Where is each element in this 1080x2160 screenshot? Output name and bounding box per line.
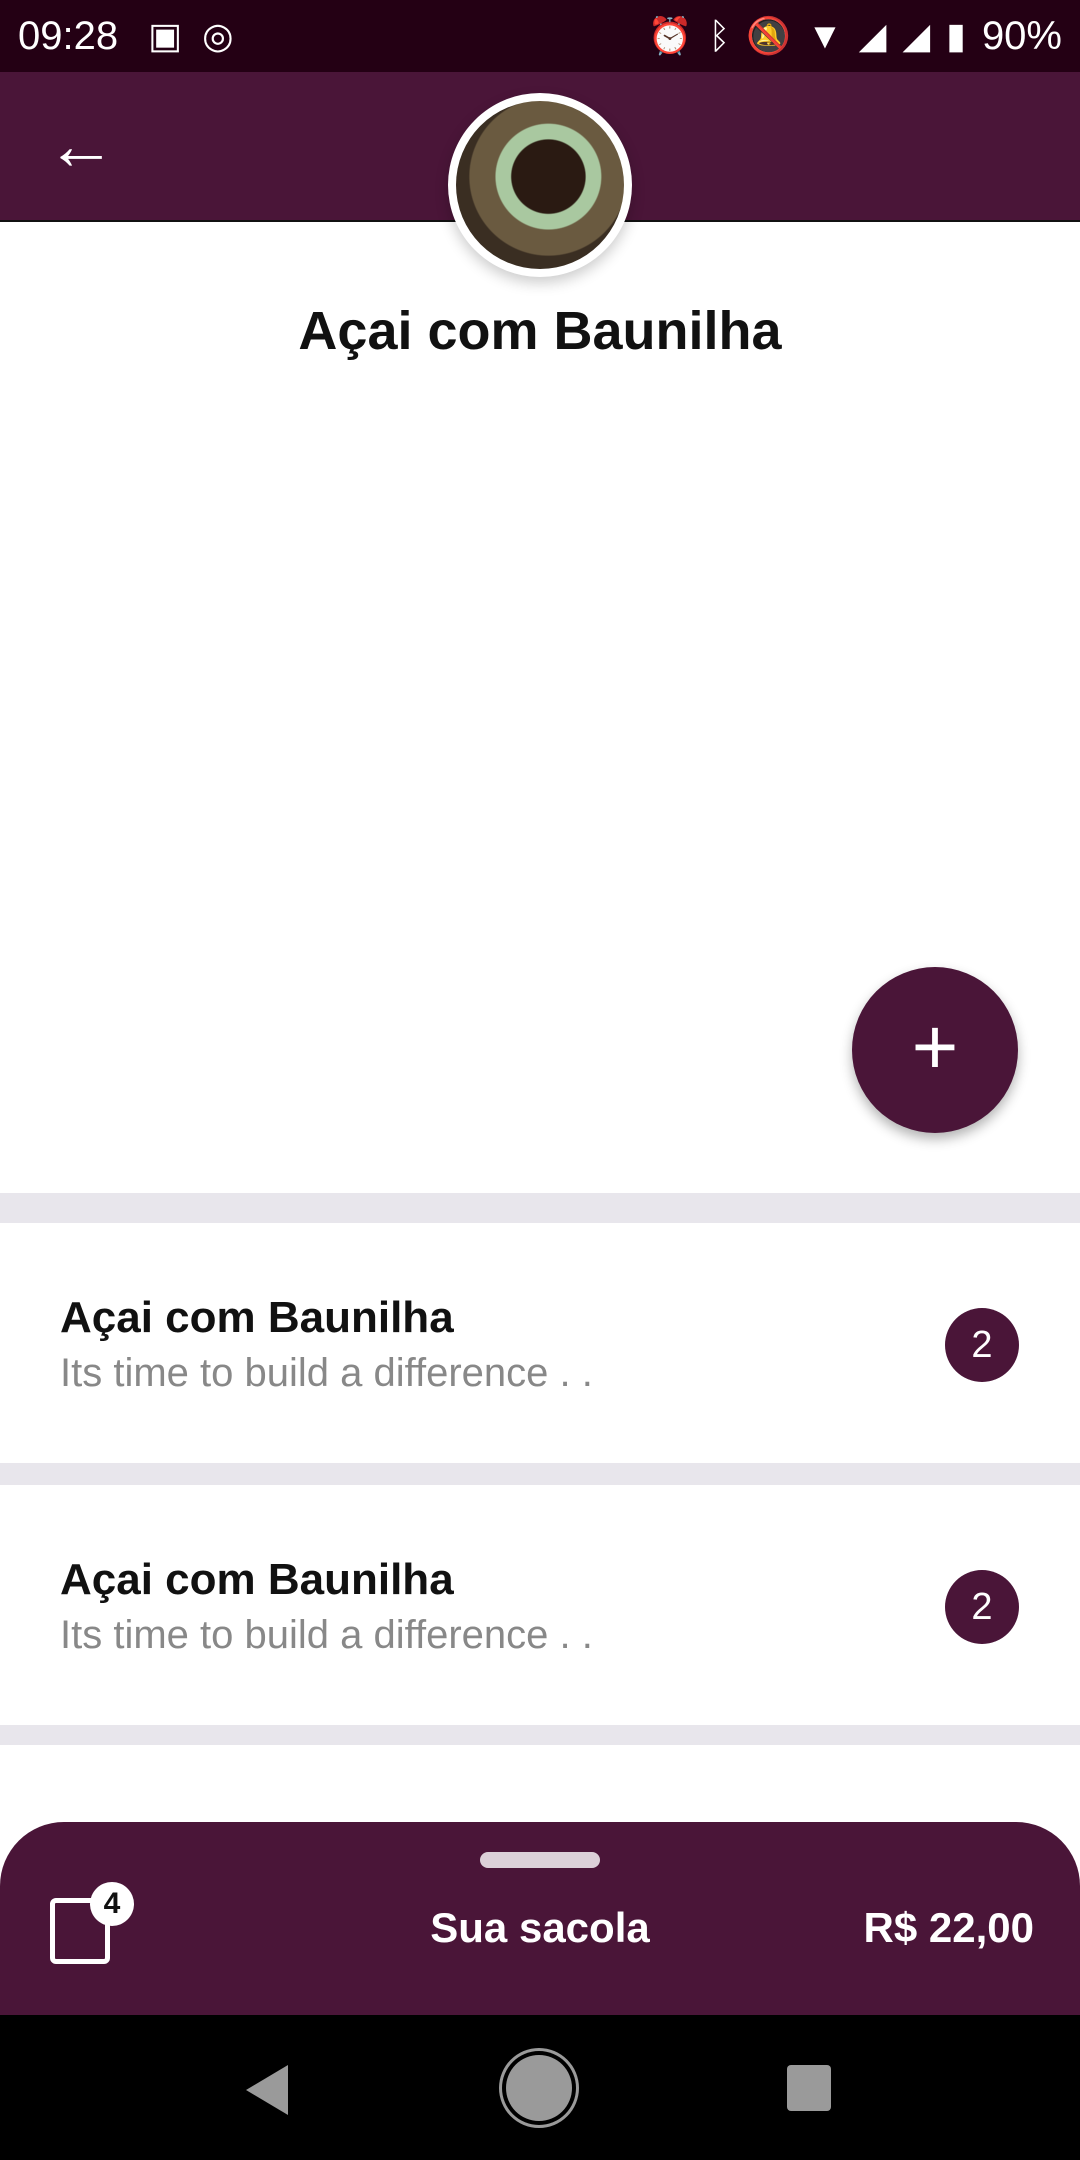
signal-icon: ◢ [858,15,887,56]
alarm-icon: ⏰ [647,15,693,56]
signal-2-icon: ◢ [902,15,931,56]
add-button[interactable]: + [852,967,1018,1133]
battery-icon: ▮ [946,15,966,56]
arrow-left-icon: ← [46,106,116,184]
gallery-icon: ▣ [148,15,183,56]
instagram-icon: ◎ [202,15,234,56]
navigation-bar [0,2015,1080,2160]
bag-total: R$ 22,00 [863,1904,1034,1951]
list-item[interactable]: Açai com Baunilha Its time to build a di… [0,1223,1080,1463]
wifi-icon: ▼ [807,15,843,56]
item-subtitle: Its time to build a difference . . [60,1351,593,1395]
drag-handle[interactable] [480,1852,600,1868]
divider [0,1193,1080,1223]
item-count-badge: 2 [945,1308,1019,1382]
status-bar: 09:28 ▣ ◎ ⏰ ᛒ 🔕 ▼ ◢ ◢ ▮ 90% [0,0,1080,72]
nav-recents-icon[interactable] [787,2065,831,2111]
plus-icon: + [911,1002,959,1091]
list-item[interactable]: Açai com Baunilha Its time to build a di… [0,1485,1080,1725]
item-title: Açai com Baunilha [60,1293,454,1342]
battery-level: 90% [981,13,1062,58]
bell-off-icon: 🔕 [746,15,792,56]
item-subtitle: Its time to build a difference . . [60,1613,593,1657]
nav-home-icon[interactable] [506,2055,572,2121]
product-title: Açai com Baunilha [298,301,782,361]
status-time: 09:28 [18,13,119,58]
item-title: Açai com Baunilha [60,1555,454,1604]
nav-back-icon[interactable] [246,2065,288,2115]
divider [0,1725,1080,1745]
back-button[interactable]: ← [46,110,122,186]
divider [0,1463,1080,1485]
item-count-badge: 2 [945,1570,1019,1644]
bluetooth-icon: ᛒ [708,15,731,56]
product-image [448,93,632,277]
bag-bottom-sheet[interactable]: 4 Sua sacola R$ 22,00 [0,1822,1080,2022]
